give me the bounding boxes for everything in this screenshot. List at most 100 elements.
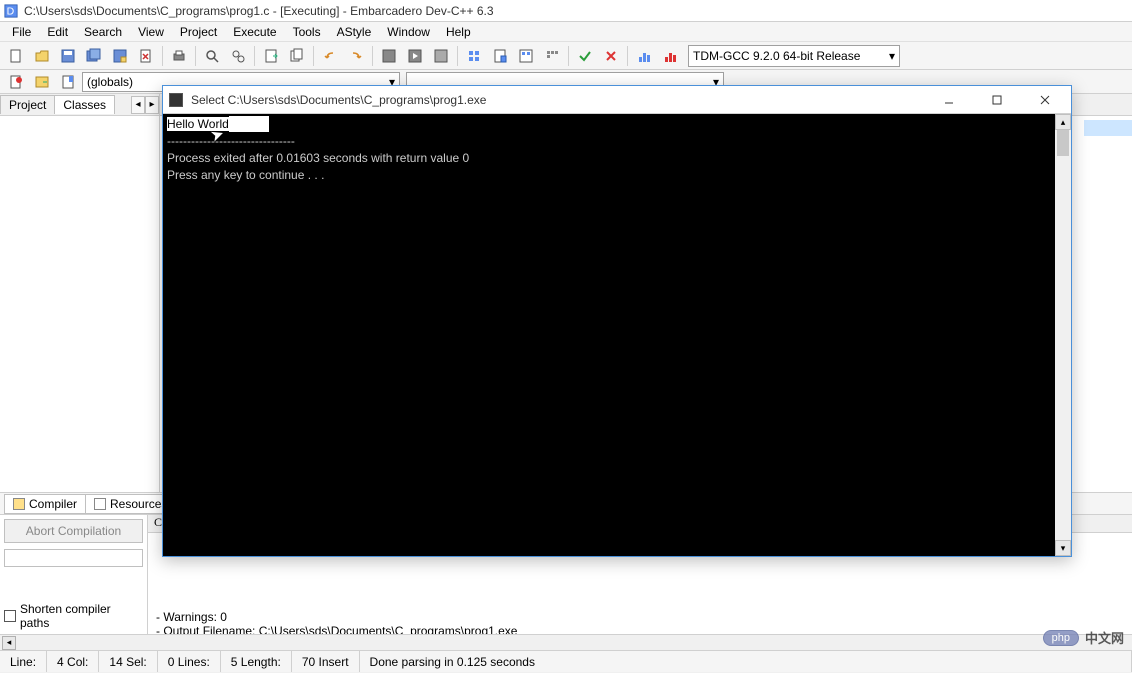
- compiler-select[interactable]: TDM-GCC 9.2.0 64-bit Release ▾: [688, 45, 900, 67]
- close-button[interactable]: [1025, 88, 1065, 112]
- main-window-titlebar: D C:\Users\sds\Documents\C_programs\prog…: [0, 0, 1132, 22]
- goto-all-button[interactable]: [285, 44, 309, 68]
- app-icon: D: [4, 4, 18, 18]
- editor-selection-highlight: [1084, 120, 1132, 136]
- side-panel: Project Classes ◂ ▸: [0, 94, 160, 492]
- save-as-button[interactable]: [108, 44, 132, 68]
- compile-button[interactable]: [377, 44, 401, 68]
- find-button[interactable]: [200, 44, 224, 68]
- console-titlebar[interactable]: Select C:\Users\sds\Documents\C_programs…: [163, 86, 1071, 114]
- status-insert: 70 Insert: [292, 651, 360, 672]
- menu-file[interactable]: File: [4, 23, 39, 41]
- goto-bookmark-button[interactable]: [30, 70, 54, 94]
- side-tab-prev-button[interactable]: ◂: [131, 96, 145, 114]
- debug-button[interactable]: [488, 44, 512, 68]
- main-toolbar: TDM-GCC 9.2.0 64-bit Release ▾: [0, 42, 1132, 70]
- scrollbar-thumb[interactable]: [1057, 130, 1069, 156]
- toolbar-separator: [254, 46, 255, 66]
- run-button[interactable]: [403, 44, 427, 68]
- compiler-icon: [13, 498, 25, 510]
- scope-select-text: (globals): [87, 75, 133, 89]
- save-button[interactable]: [56, 44, 80, 68]
- new-file-button[interactable]: [4, 44, 28, 68]
- svg-text:D: D: [7, 5, 15, 17]
- side-tab-next-button[interactable]: ▸: [145, 96, 159, 114]
- save-all-button[interactable]: [82, 44, 106, 68]
- menu-project[interactable]: Project: [172, 23, 225, 41]
- menu-astyle[interactable]: AStyle: [329, 23, 380, 41]
- side-tab-classes[interactable]: Classes: [54, 95, 115, 114]
- redo-button[interactable]: [344, 44, 368, 68]
- chevron-down-icon: ▾: [889, 49, 895, 63]
- maximize-button[interactable]: [977, 88, 1017, 112]
- console-v-scrollbar[interactable]: ▴ ▾: [1055, 114, 1071, 556]
- watermark: php 中文网: [1043, 628, 1124, 647]
- console-line: Process exited after 0.01603 seconds wit…: [167, 151, 469, 165]
- shorten-paths-label: Shorten compiler paths: [20, 602, 143, 630]
- window-title: C:\Users\sds\Documents\C_programs\prog1.…: [24, 4, 494, 18]
- toolbar-separator: [372, 46, 373, 66]
- menu-window[interactable]: Window: [379, 23, 438, 41]
- menu-execute[interactable]: Execute: [225, 23, 284, 41]
- toggle-bookmark-button[interactable]: [56, 70, 80, 94]
- menu-edit[interactable]: Edit: [39, 23, 76, 41]
- goto-button[interactable]: [259, 44, 283, 68]
- watermark-text: 中文网: [1085, 628, 1124, 647]
- php-logo: php: [1043, 630, 1079, 646]
- replace-button[interactable]: [226, 44, 250, 68]
- output-tab-resources-label: Resources: [110, 497, 167, 511]
- menu-help[interactable]: Help: [438, 23, 479, 41]
- compile-run-button[interactable]: [429, 44, 453, 68]
- menu-search[interactable]: Search: [76, 23, 130, 41]
- output-tab-compiler[interactable]: Compiler: [4, 494, 86, 514]
- console-title: Select C:\Users\sds\Documents\C_programs…: [191, 93, 929, 107]
- compiler-select-text: TDM-GCC 9.2.0 64-bit Release: [693, 49, 860, 63]
- scroll-down-button[interactable]: ▾: [1055, 540, 1071, 556]
- check-button[interactable]: [573, 44, 597, 68]
- toolbar-separator: [195, 46, 196, 66]
- toolbar-separator: [627, 46, 628, 66]
- status-message: Done parsing in 0.125 seconds: [360, 651, 1132, 672]
- clean-button[interactable]: [540, 44, 564, 68]
- toolbar-separator: [568, 46, 569, 66]
- rebuild-button[interactable]: [462, 44, 486, 68]
- scrollbar-track[interactable]: [1055, 156, 1071, 540]
- toolbar-separator: [457, 46, 458, 66]
- profile-delete-button[interactable]: [658, 44, 682, 68]
- side-tab-project[interactable]: Project: [0, 95, 55, 114]
- console-output[interactable]: Hello World ----------------------------…: [163, 114, 1055, 556]
- status-length: 5 Length:: [221, 651, 292, 672]
- console-line: Press any key to continue . . .: [167, 168, 324, 182]
- toolbar-separator: [313, 46, 314, 66]
- menubar: File Edit Search View Project Execute To…: [0, 22, 1132, 42]
- output-tab-compiler-label: Compiler: [29, 497, 77, 511]
- toolbar-separator: [162, 46, 163, 66]
- print-button[interactable]: [167, 44, 191, 68]
- scroll-left-button[interactable]: ◂: [2, 636, 16, 650]
- statusbar: Line: 4 Col: 14 Sel: 0 Lines: 5 Length: …: [0, 650, 1132, 672]
- resources-icon: [94, 498, 106, 510]
- abort-compilation-button[interactable]: Abort Compilation: [4, 519, 143, 543]
- status-col: 4 Col:: [47, 651, 99, 672]
- shorten-paths-row[interactable]: Shorten compiler paths: [4, 602, 143, 630]
- menu-view[interactable]: View: [130, 23, 172, 41]
- console-icon: [169, 93, 183, 107]
- profile-button[interactable]: [632, 44, 656, 68]
- undo-button[interactable]: [318, 44, 342, 68]
- console-body[interactable]: Hello World ----------------------------…: [163, 114, 1071, 556]
- syntax-check-button[interactable]: [514, 44, 538, 68]
- open-file-button[interactable]: [30, 44, 54, 68]
- close-doc-button[interactable]: [134, 44, 158, 68]
- bookmark-button[interactable]: [4, 70, 28, 94]
- compile-left-panel: Abort Compilation Shorten compiler paths: [0, 515, 148, 634]
- menu-tools[interactable]: Tools: [285, 23, 329, 41]
- compile-progress-bar: [4, 549, 143, 567]
- status-lines: 0 Lines:: [158, 651, 221, 672]
- console-window: Select C:\Users\sds\Documents\C_programs…: [162, 85, 1072, 557]
- stop-button[interactable]: [599, 44, 623, 68]
- status-sel: 14 Sel:: [99, 651, 157, 672]
- scroll-up-button[interactable]: ▴: [1055, 114, 1071, 130]
- minimize-button[interactable]: [929, 88, 969, 112]
- shorten-paths-checkbox[interactable]: [4, 610, 16, 622]
- output-h-scrollbar[interactable]: ◂: [0, 634, 1132, 650]
